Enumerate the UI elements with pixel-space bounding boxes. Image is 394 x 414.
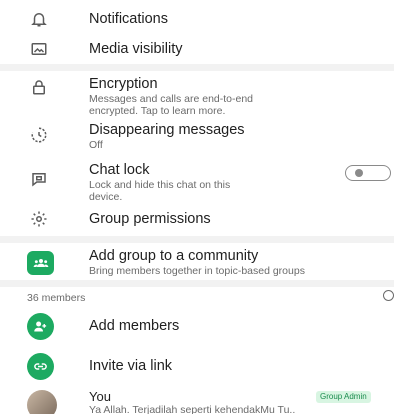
encryption-title: Encryption	[89, 76, 158, 92]
disappearing-messages-title: Disappearing messages	[89, 122, 245, 138]
chat-lock-icon	[28, 168, 50, 190]
group-permissions-row[interactable]: Group permissions	[0, 208, 394, 230]
invite-via-link-row[interactable]: Invite via link	[0, 358, 394, 378]
media-visibility-row[interactable]: Media visibility	[0, 38, 394, 60]
add-to-community-subtitle: Bring members together in topic-based gr…	[89, 265, 305, 277]
search-icon[interactable]	[383, 290, 394, 301]
section-divider	[0, 280, 394, 287]
notifications-row[interactable]: Notifications	[0, 8, 394, 30]
group-admin-badge: Group Admin	[316, 391, 371, 403]
disappearing-messages-row[interactable]: Disappearing messages Off	[0, 122, 394, 151]
chat-lock-toggle[interactable]	[345, 165, 391, 181]
notifications-label: Notifications	[89, 11, 168, 27]
encryption-subtitle-line2: encrypted. Tap to learn more.	[89, 105, 226, 117]
disappearing-messages-status: Off	[89, 139, 103, 151]
image-icon	[28, 38, 50, 60]
section-divider	[0, 64, 394, 71]
chat-lock-subtitle-line2: device.	[89, 191, 123, 203]
add-to-community-row[interactable]: Add group to a community Bring members t…	[0, 248, 394, 278]
chat-lock-subtitle-line1: Lock and hide this chat on this	[89, 179, 231, 191]
add-members-row[interactable]: Add members	[0, 318, 394, 338]
encryption-subtitle-line1: Messages and calls are end-to-end	[89, 93, 254, 105]
group-permissions-label: Group permissions	[89, 211, 211, 227]
encryption-row[interactable]: Encryption Messages and calls are end-to…	[0, 76, 394, 117]
timer-icon	[28, 124, 50, 146]
community-icon	[27, 251, 54, 275]
bell-icon	[28, 8, 50, 30]
chat-lock-row[interactable]: Chat lock Lock and hide this chat on thi…	[0, 162, 394, 203]
chat-lock-title: Chat lock	[89, 162, 150, 178]
media-visibility-label: Media visibility	[89, 41, 183, 57]
add-members-label: Add members	[89, 318, 180, 334]
toggle-knob	[355, 168, 363, 177]
members-count: 36 members	[27, 292, 86, 304]
gear-icon	[28, 208, 50, 230]
add-to-community-title: Add group to a community	[89, 248, 259, 264]
lock-icon	[28, 76, 50, 98]
section-divider	[0, 236, 394, 243]
invite-via-link-label: Invite via link	[89, 358, 173, 374]
member-status: Ya Allah. Terjadilah seperti kehendakMu …	[89, 404, 296, 414]
